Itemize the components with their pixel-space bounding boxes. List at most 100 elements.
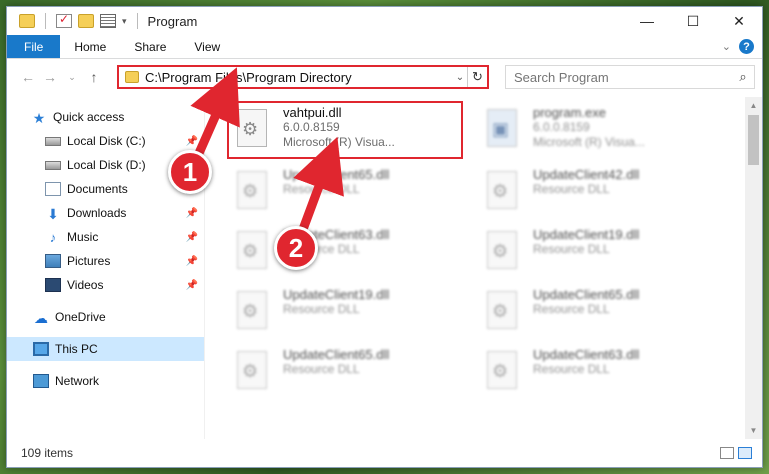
file-item[interactable]: ⚙ UpdateClient65.dll Resource DLL (229, 347, 459, 399)
file-name: UpdateClient65.dll (283, 167, 390, 182)
sidebar-item-label: Downloads (67, 206, 127, 220)
customize-toolbar-icon[interactable] (100, 14, 116, 28)
tiles-view-icon[interactable] (738, 447, 752, 459)
folder-icon (125, 71, 139, 83)
scroll-thumb[interactable] (748, 115, 759, 165)
refresh-icon[interactable]: ↻ (467, 67, 487, 87)
up-arrow-icon[interactable]: ↑ (83, 69, 105, 85)
status-bar: 109 items (7, 439, 762, 467)
properties-check-icon[interactable] (56, 12, 72, 28)
sidebar-item-music[interactable]: ♪ Music 📌 (7, 225, 204, 249)
sidebar-item-this-pc[interactable]: This PC (7, 337, 204, 361)
details-view-icon[interactable] (720, 447, 734, 459)
file-version: 6.0.0.8159 (533, 120, 590, 134)
file-item[interactable]: ⚙ UpdateClient65.dll Resource DLL (229, 167, 459, 219)
separator (136, 13, 138, 29)
expand-ribbon-icon[interactable]: ⌄ (722, 40, 731, 53)
exe-file-icon: ▣ (481, 107, 525, 151)
vertical-scrollbar[interactable]: ▲ ▼ (745, 97, 762, 439)
pictures-icon (45, 254, 61, 268)
sidebar-item-label: Local Disk (C:) (67, 134, 146, 148)
search-box[interactable]: ⌕ (505, 65, 755, 89)
folder-icon (19, 14, 35, 28)
disk-icon (45, 160, 61, 170)
file-item[interactable]: ⚙ UpdateClient19.dll Resource DLL (479, 227, 709, 279)
close-button[interactable]: ✕ (716, 7, 762, 35)
file-type: Resource DLL (283, 182, 360, 196)
scroll-up-icon[interactable]: ▲ (745, 97, 762, 114)
ribbon-right: ⌄ ? (722, 39, 754, 54)
navigation-pane: ★ Quick access Local Disk (C:) 📌 Local D… (7, 97, 205, 439)
dropdown-arrow-icon[interactable]: ▾ (122, 16, 127, 27)
tab-view[interactable]: View (180, 35, 234, 58)
sidebar-item-label: Music (67, 230, 99, 244)
forward-arrow-icon[interactable]: → (39, 69, 61, 85)
search-input[interactable] (506, 69, 732, 85)
sidebar-item-pictures[interactable]: Pictures 📌 (7, 249, 204, 273)
download-icon: ⬇ (47, 206, 59, 222)
scroll-down-icon[interactable]: ▼ (745, 422, 762, 439)
music-icon: ♪ (49, 230, 57, 245)
new-folder-icon[interactable] (78, 14, 94, 28)
sidebar-item-label: Network (55, 374, 100, 388)
pc-icon (33, 342, 49, 356)
pin-icon[interactable]: 📌 (186, 136, 198, 147)
title-bar: ▾ Program — ☐ ✕ (7, 7, 762, 35)
videos-icon (45, 278, 61, 292)
sidebar-item-label: Videos (67, 278, 104, 292)
maximize-button[interactable]: ☐ (670, 7, 716, 35)
dll-file-icon: ⚙ (481, 289, 525, 333)
pin-icon[interactable]: 📌 (186, 232, 198, 243)
pin-icon[interactable]: 📌 (186, 208, 198, 219)
item-count: 109 items (21, 446, 74, 460)
address-dropdown-icon[interactable]: ⌄ (453, 72, 467, 83)
tab-share[interactable]: Share (120, 35, 180, 58)
file-name: UpdateClient42.dll (533, 167, 640, 182)
sidebar-item-onedrive[interactable]: ☁ OneDrive (7, 305, 204, 329)
sidebar-item-videos[interactable]: Videos 📌 (7, 273, 204, 297)
sidebar-item-label: This PC (55, 342, 98, 356)
documents-icon (45, 182, 61, 196)
sidebar-item-quick-access[interactable]: ★ Quick access (7, 105, 204, 129)
sidebar-item-label: OneDrive (55, 310, 106, 324)
pin-icon[interactable]: 📌 (186, 280, 198, 291)
file-type: Resource DLL (533, 362, 610, 376)
callout-badge-1: 1 (168, 150, 212, 194)
file-item[interactable]: ⚙ UpdateClient65.dll Resource DLL (479, 287, 709, 339)
quick-access-toolbar: ▾ (7, 12, 142, 29)
search-icon[interactable]: ⌕ (732, 69, 754, 85)
file-name: UpdateClient65.dll (283, 347, 390, 362)
back-arrow-icon[interactable]: ← (17, 69, 39, 85)
explorer-window: ▾ Program — ☐ ✕ File Home Share View ⌄ ?… (6, 6, 763, 468)
caption-buttons: — ☐ ✕ (624, 7, 762, 35)
tab-file[interactable]: File (7, 35, 61, 58)
file-item[interactable]: ⚙ UpdateClient63.dll Resource DLL (229, 227, 459, 279)
file-name: UpdateClient65.dll (533, 287, 640, 302)
disk-icon (45, 136, 61, 146)
sidebar-item-label: Pictures (67, 254, 111, 268)
file-type: Resource DLL (533, 242, 610, 256)
dll-file-icon: ⚙ (231, 169, 275, 213)
file-item[interactable]: ⚙ UpdateClient19.dll Resource DLL (229, 287, 459, 339)
tab-home[interactable]: Home (60, 35, 120, 58)
file-item[interactable]: ⚙ UpdateClient63.dll Resource DLL (479, 347, 709, 399)
file-name: program.exe (533, 105, 606, 120)
file-item[interactable]: ⚙ UpdateClient42.dll Resource DLL (479, 167, 709, 219)
pin-icon[interactable]: 📌 (186, 256, 198, 267)
address-path[interactable]: C:\Program Files\Program Directory (145, 70, 453, 85)
window-title: Program (147, 13, 198, 29)
sidebar-item-downloads[interactable]: ⬇ Downloads 📌 (7, 201, 204, 225)
main-area: ★ Quick access Local Disk (C:) 📌 Local D… (7, 97, 762, 439)
file-item[interactable]: ▣ program.exe 6.0.0.8159 Microsoft (R) V… (479, 105, 709, 157)
recent-dropdown-icon[interactable]: ⌄ (61, 72, 83, 83)
dll-file-icon: ⚙ (481, 169, 525, 213)
dll-file-icon: ⚙ (231, 289, 275, 333)
file-name: UpdateClient63.dll (533, 347, 640, 362)
sidebar-item-network[interactable]: Network (7, 369, 204, 393)
sidebar-item-local-disk-c[interactable]: Local Disk (C:) 📌 (7, 129, 204, 153)
highlight-box-file (227, 101, 463, 159)
address-bar[interactable]: C:\Program Files\Program Directory ⌄ ↻ (117, 65, 489, 89)
help-icon[interactable]: ? (739, 39, 754, 54)
minimize-button[interactable]: — (624, 7, 670, 35)
navigation-row: ← → ⌄ ↑ C:\Program Files\Program Directo… (7, 59, 762, 95)
